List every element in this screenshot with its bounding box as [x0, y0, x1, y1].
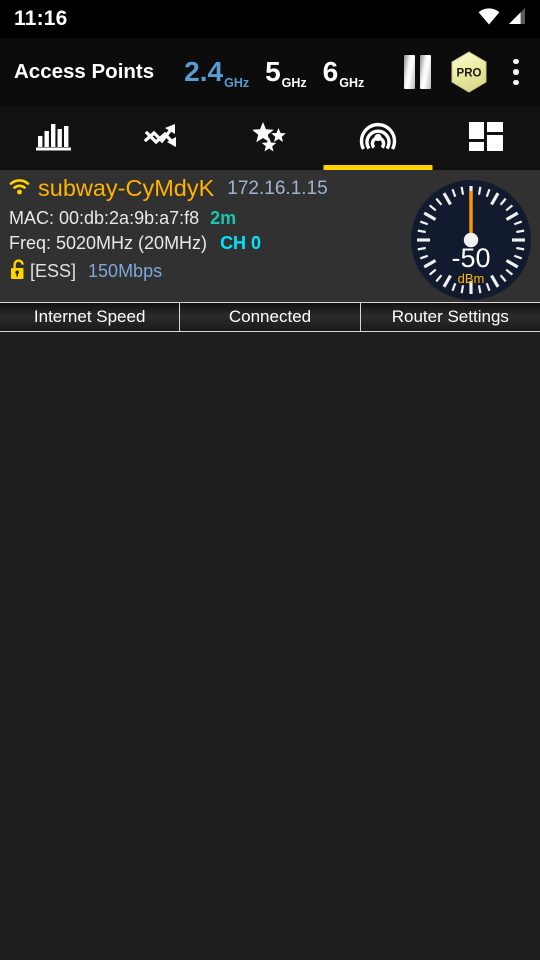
access-point-ssid-row: subway-CyMdyK 172.16.1.15 — [9, 175, 410, 201]
cellular-signal-icon — [507, 8, 526, 30]
band-selector-2_4ghz[interactable]: 2.4 GHz — [184, 56, 249, 91]
title-bar: Access Points 2.4 GHz 5 GHz 6 GHz PRO — [0, 38, 540, 106]
band-5ghz-number: 5 — [265, 56, 281, 87]
access-point-details: subway-CyMdyK 172.16.1.15 MAC: 00:db:2a:… — [0, 175, 410, 284]
overflow-dot-1 — [513, 58, 519, 65]
tab-time-graph[interactable] — [108, 106, 216, 170]
access-point-mac-row: MAC: 00:db:2a:9b:a7:f8 2m — [9, 209, 410, 227]
access-point-capabilities: [ESS] — [30, 261, 77, 281]
wifi-signal-icon — [9, 178, 30, 199]
access-point-channel: CH 0 — [220, 232, 262, 253]
trend-lines-icon — [142, 120, 182, 157]
access-point-mac: MAC: 00:db:2a:9b:a7:f8 — [9, 207, 200, 228]
band-selector-6ghz[interactable]: 6 GHz — [322, 56, 365, 91]
overflow-dot-2 — [513, 69, 519, 75]
access-point-frequency: Freq: 5020MHz (20MHz) — [9, 232, 208, 253]
access-point-ssid: subway-CyMdyK — [38, 175, 215, 201]
band-2_4ghz-number: 2.4 — [184, 56, 224, 87]
tab-bar-chart[interactable] — [0, 106, 108, 170]
tab-access-points[interactable] — [323, 106, 433, 170]
access-point-distance: 2m — [210, 207, 237, 228]
pause-icon-bar-left — [404, 55, 415, 89]
tab-dashboard[interactable] — [432, 106, 540, 170]
gauge-unit: dBm — [458, 271, 485, 286]
gauge-value: -50 — [451, 243, 490, 273]
band-6ghz-number: 6 — [322, 56, 339, 87]
access-point-frequency-row: Freq: 5020MHz (20MHz) CH 0 — [9, 234, 410, 252]
overflow-menu-button[interactable] — [504, 55, 528, 89]
band-5ghz-unit: GHz — [281, 76, 307, 90]
internet-speed-button[interactable]: Internet Speed — [0, 303, 180, 331]
band-6ghz-unit: GHz — [339, 76, 365, 90]
overflow-dot-3 — [513, 79, 519, 86]
pause-icon-bar-right — [420, 55, 431, 89]
status-bar-clock: 11:16 — [14, 7, 68, 30]
stars-icon — [250, 120, 290, 157]
bar-chart-icon — [34, 120, 74, 157]
pro-badge-button[interactable]: PRO — [450, 51, 488, 93]
access-point-card[interactable]: subway-CyMdyK 172.16.1.15 MAC: 00:db:2a:… — [0, 170, 540, 302]
band-2_4ghz-unit: GHz — [224, 76, 250, 90]
band-selector: 2.4 GHz 5 GHz 6 GHz — [184, 56, 365, 91]
access-point-security-row: [ESS] 150Mbps — [9, 258, 410, 284]
access-point-action-row: Internet Speed Connected Router Settings — [0, 302, 540, 332]
open-lock-icon — [9, 258, 28, 284]
grid-icon — [467, 120, 505, 157]
band-selector-5ghz[interactable]: 5 GHz — [265, 56, 307, 91]
router-settings-button[interactable]: Router Settings — [359, 303, 540, 331]
pause-scan-button[interactable] — [404, 55, 434, 89]
radar-icon — [358, 118, 398, 159]
page-title: Access Points — [14, 60, 155, 83]
status-bar-icons — [478, 8, 526, 30]
tab-bar — [0, 106, 540, 170]
wifi-icon — [478, 8, 500, 30]
access-point-link-speed: 150Mbps — [88, 261, 163, 281]
signal-strength-gauge: -50 dBm — [410, 179, 532, 301]
access-point-ip: 172.16.1.15 — [227, 178, 328, 200]
connected-button[interactable]: Connected — [179, 303, 360, 331]
title-bar-actions: PRO — [404, 51, 528, 93]
tab-channel-rating[interactable] — [216, 106, 324, 170]
app-root: 11:16 Access Points 2.4 GHz 5 GHz 6 GHz … — [0, 0, 540, 960]
pro-badge-label: PRO — [457, 68, 482, 80]
status-bar: 11:16 — [0, 0, 540, 38]
